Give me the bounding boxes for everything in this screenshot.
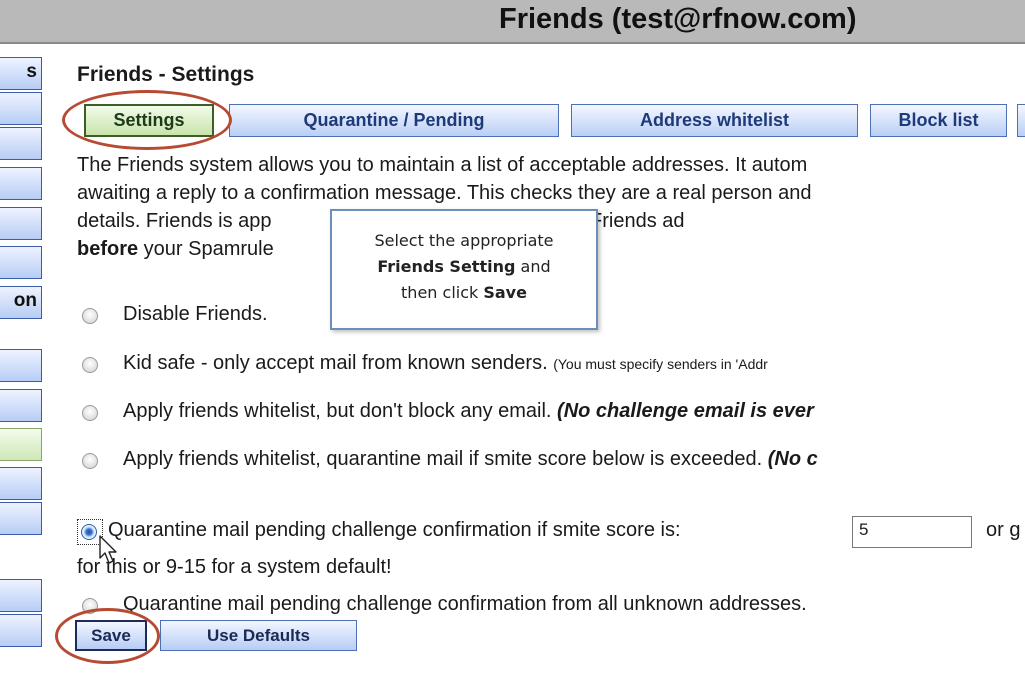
option-disable-friends: Disable Friends. (123, 303, 268, 325)
option-kid-safe: Kid safe - only accept mail from known s… (123, 352, 768, 374)
sidebar-item-11[interactable] (0, 467, 42, 500)
option-whitelist-quarantine: Apply friends whitelist, quarantine mail… (123, 448, 818, 470)
window-title: Friends (test@rfnow.com) (499, 3, 857, 35)
use-defaults-button[interactable]: Use Defaults (160, 620, 357, 651)
radio-kid-safe[interactable] (82, 357, 98, 373)
sidebar-item-13[interactable] (0, 579, 42, 612)
radio-whitelist-no-block[interactable] (82, 405, 98, 421)
sidebar-item-14[interactable] (0, 614, 42, 647)
option-pending-smite-line2: for this or 9-15 for a system default! (77, 556, 392, 578)
sidebar-item-10[interactable] (0, 428, 42, 461)
sidebar-item-1[interactable]: s (0, 57, 42, 90)
mouse-cursor-icon (99, 535, 117, 564)
tab-block-list[interactable]: Block list (870, 104, 1007, 137)
option-pending-smite-score: Quarantine mail pending challenge confir… (108, 519, 681, 541)
radio-pending-smite-score[interactable] (81, 524, 97, 540)
smite-score-input[interactable]: 5 (852, 516, 972, 548)
sidebar-item-9[interactable] (0, 389, 42, 422)
sidebar-item-7[interactable]: on (0, 286, 42, 319)
tab-quarantine-pending[interactable]: Quarantine / Pending (229, 104, 559, 137)
sidebar-item-12[interactable] (0, 502, 42, 535)
option-pending-all-unknown: Quarantine mail pending challenge confir… (123, 593, 807, 615)
sidebar-item-3[interactable] (0, 127, 42, 160)
sidebar-item-4[interactable] (0, 167, 42, 200)
sidebar-item-8[interactable] (0, 349, 42, 382)
tab-overflow[interactable] (1017, 104, 1025, 137)
annotation-callout: Select the appropriate Friends Setting a… (330, 209, 598, 330)
annotation-ring-save (55, 608, 160, 664)
sidebar-item-2[interactable] (0, 92, 42, 125)
radio-whitelist-quarantine[interactable] (82, 453, 98, 469)
window-header: Friends (test@rfnow.com) (0, 0, 1025, 44)
tab-address-whitelist[interactable]: Address whitelist (571, 104, 858, 137)
sidebar-item-6[interactable] (0, 246, 42, 279)
option-whitelist-no-block: Apply friends whitelist, but don't block… (123, 400, 814, 422)
option-pending-smite-after: or g (986, 519, 1021, 541)
annotation-ring-settings (62, 90, 232, 150)
sidebar-item-5[interactable] (0, 207, 42, 240)
radio-disable-friends[interactable] (82, 308, 98, 324)
page-title: Friends - Settings (77, 63, 255, 86)
